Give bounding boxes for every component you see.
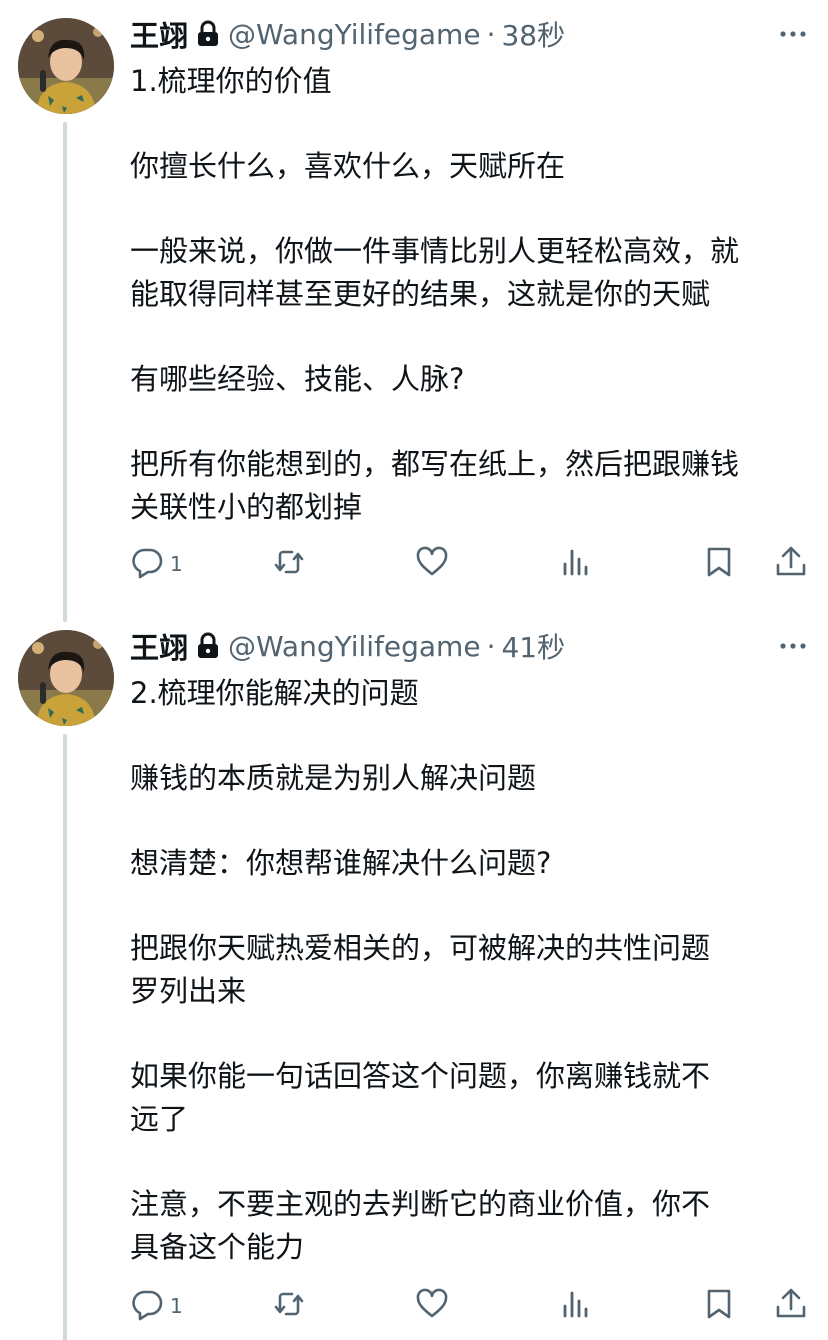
bookmark-button[interactable] — [702, 1282, 736, 1330]
tweet-paragraph: 想清楚：你想帮谁解决什么问题? — [130, 846, 552, 880]
display-name[interactable]: 王翊 — [130, 13, 188, 55]
share-button[interactable] — [774, 1282, 808, 1330]
reply-button[interactable]: 1 — [130, 1282, 183, 1330]
separator: · — [486, 629, 496, 663]
tweet-paragraph: 注意，不要主观的去判断它的商业价值，你不 具备这个能力 — [130, 1187, 711, 1264]
retweet-icon — [272, 545, 306, 583]
tweet-paragraph: 有哪些经验、技能、人脉? — [130, 362, 465, 396]
thread-line — [63, 122, 67, 622]
views-button[interactable] — [560, 540, 594, 588]
tweet-paragraph: 把跟你天赋热爱相关的，可被解决的共性问题 罗列出来 — [130, 931, 711, 1008]
retweet-button[interactable] — [272, 1282, 306, 1330]
tweet-header: 王翊 @WangYilifegame · 38秒 — [130, 12, 565, 56]
tweet[interactable]: 王翊 @WangYilifegame · 41秒 2.梳理你能解决的问题 赚钱的… — [0, 612, 828, 1340]
display-name[interactable]: 王翊 — [130, 625, 188, 667]
reply-count: 1 — [170, 1294, 183, 1318]
share-icon — [774, 545, 808, 583]
reply-count: 1 — [170, 552, 183, 576]
timestamp[interactable]: 38秒 — [501, 14, 565, 54]
like-button[interactable] — [415, 1282, 449, 1330]
bookmark-icon — [702, 1287, 736, 1325]
tweet-text: 2.梳理你能解决的问题 赚钱的本质就是为别人解决问题 想清楚：你想帮谁解决什么问… — [130, 672, 810, 1269]
share-button[interactable] — [774, 540, 808, 588]
tweet-paragraph: 2.梳理你能解决的问题 — [130, 676, 419, 710]
tweet-paragraph: 你擅长什么，喜欢什么，天赋所在 — [130, 149, 566, 183]
tweet-actions: 1 — [130, 1282, 810, 1330]
avatar[interactable] — [18, 18, 114, 114]
like-icon — [415, 1287, 449, 1325]
handle[interactable]: @WangYilifegame — [228, 630, 481, 663]
reply-button[interactable]: 1 — [130, 540, 183, 588]
separator: · — [486, 17, 496, 51]
like-button[interactable] — [415, 540, 449, 588]
tweet-paragraph: 如果你能一句话回答这个问题，你离赚钱就不 远了 — [130, 1059, 711, 1136]
bookmark-button[interactable] — [702, 540, 736, 588]
thread-line — [63, 734, 67, 1340]
tweet[interactable]: 王翊 @WangYilifegame · 38秒 1.梳理你的价值 你擅长什么，… — [0, 0, 828, 622]
views-icon — [560, 545, 594, 583]
reply-icon — [130, 545, 164, 583]
tweet-paragraph: 赚钱的本质就是为别人解决问题 — [130, 761, 537, 795]
avatar[interactable] — [18, 630, 114, 726]
timestamp[interactable]: 41秒 — [501, 626, 565, 666]
bookmark-icon — [702, 545, 736, 583]
reply-icon — [130, 1287, 164, 1325]
timeline: 王翊 @WangYilifegame · 38秒 1.梳理你的价值 你擅长什么，… — [0, 0, 828, 1340]
views-button[interactable] — [560, 1282, 594, 1330]
tweet-paragraph: 把所有你能想到的，都写在纸上，然后把跟赚钱 关联性小的都划掉 — [130, 447, 740, 524]
like-icon — [415, 545, 449, 583]
lock-icon — [196, 20, 220, 48]
more-icon[interactable] — [778, 636, 808, 656]
handle[interactable]: @WangYilifegame — [228, 18, 481, 51]
tweet-paragraph: 1.梳理你的价值 — [130, 64, 332, 98]
share-icon — [774, 1287, 808, 1325]
tweet-header: 王翊 @WangYilifegame · 41秒 — [130, 624, 565, 668]
tweet-actions: 1 — [130, 540, 810, 588]
more-icon[interactable] — [778, 24, 808, 44]
views-icon — [560, 1287, 594, 1325]
retweet-icon — [272, 1287, 306, 1325]
tweet-text: 1.梳理你的价值 你擅长什么，喜欢什么，天赋所在 一般来说，你做一件事情比别人更… — [130, 60, 810, 529]
tweet-paragraph: 一般来说，你做一件事情比别人更轻松高效，就 能取得同样甚至更好的结果，这就是你的… — [130, 234, 740, 311]
retweet-button[interactable] — [272, 540, 306, 588]
lock-icon — [196, 632, 220, 660]
